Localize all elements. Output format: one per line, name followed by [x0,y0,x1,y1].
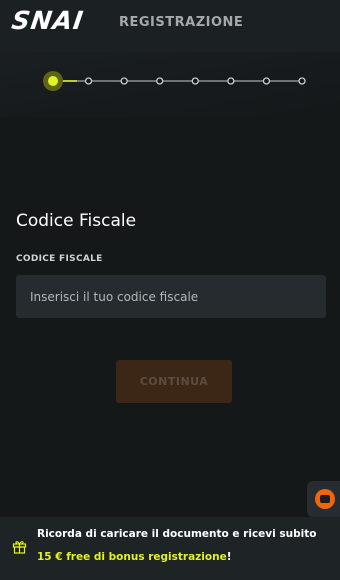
chat-widget[interactable] [307,481,340,517]
stepper-step [120,77,128,85]
registration-page: SNAI REGISTRAZIONE Codice Fiscale CODICE… [0,0,340,580]
stepper-step [262,77,271,85]
banner-suffix: ! [226,551,232,563]
stepper-step [298,77,306,85]
continue-button[interactable]: CONTINUA [116,360,232,403]
chat-button[interactable] [315,489,335,509]
page-title: REGISTRAZIONE [119,15,244,30]
stepper-step [191,77,199,85]
banner-text-line2: 15 € free di bonus registrazione! [37,551,232,563]
bonus-highlight: 15 € free di bonus registrazione [37,551,227,563]
section-title: Codice Fiscale [16,211,137,231]
stepper-step-current [48,76,58,86]
stepper-step [227,77,235,85]
banner-text-line1: Ricorda di caricare il documento e ricev… [37,528,317,540]
codice-fiscale-input[interactable] [16,275,326,318]
bonus-banner: Ricorda di caricare il documento e ricev… [0,517,340,580]
gift-icon [12,541,27,554]
stepper-step [84,77,93,85]
snai-logo[interactable]: SNAI [10,6,86,35]
app-header: SNAI REGISTRAZIONE [0,0,340,52]
codice-fiscale-label: CODICE FISCALE [16,254,103,264]
progress-stepper [43,71,306,91]
stepper-step [156,77,164,85]
chat-icon [320,495,330,503]
